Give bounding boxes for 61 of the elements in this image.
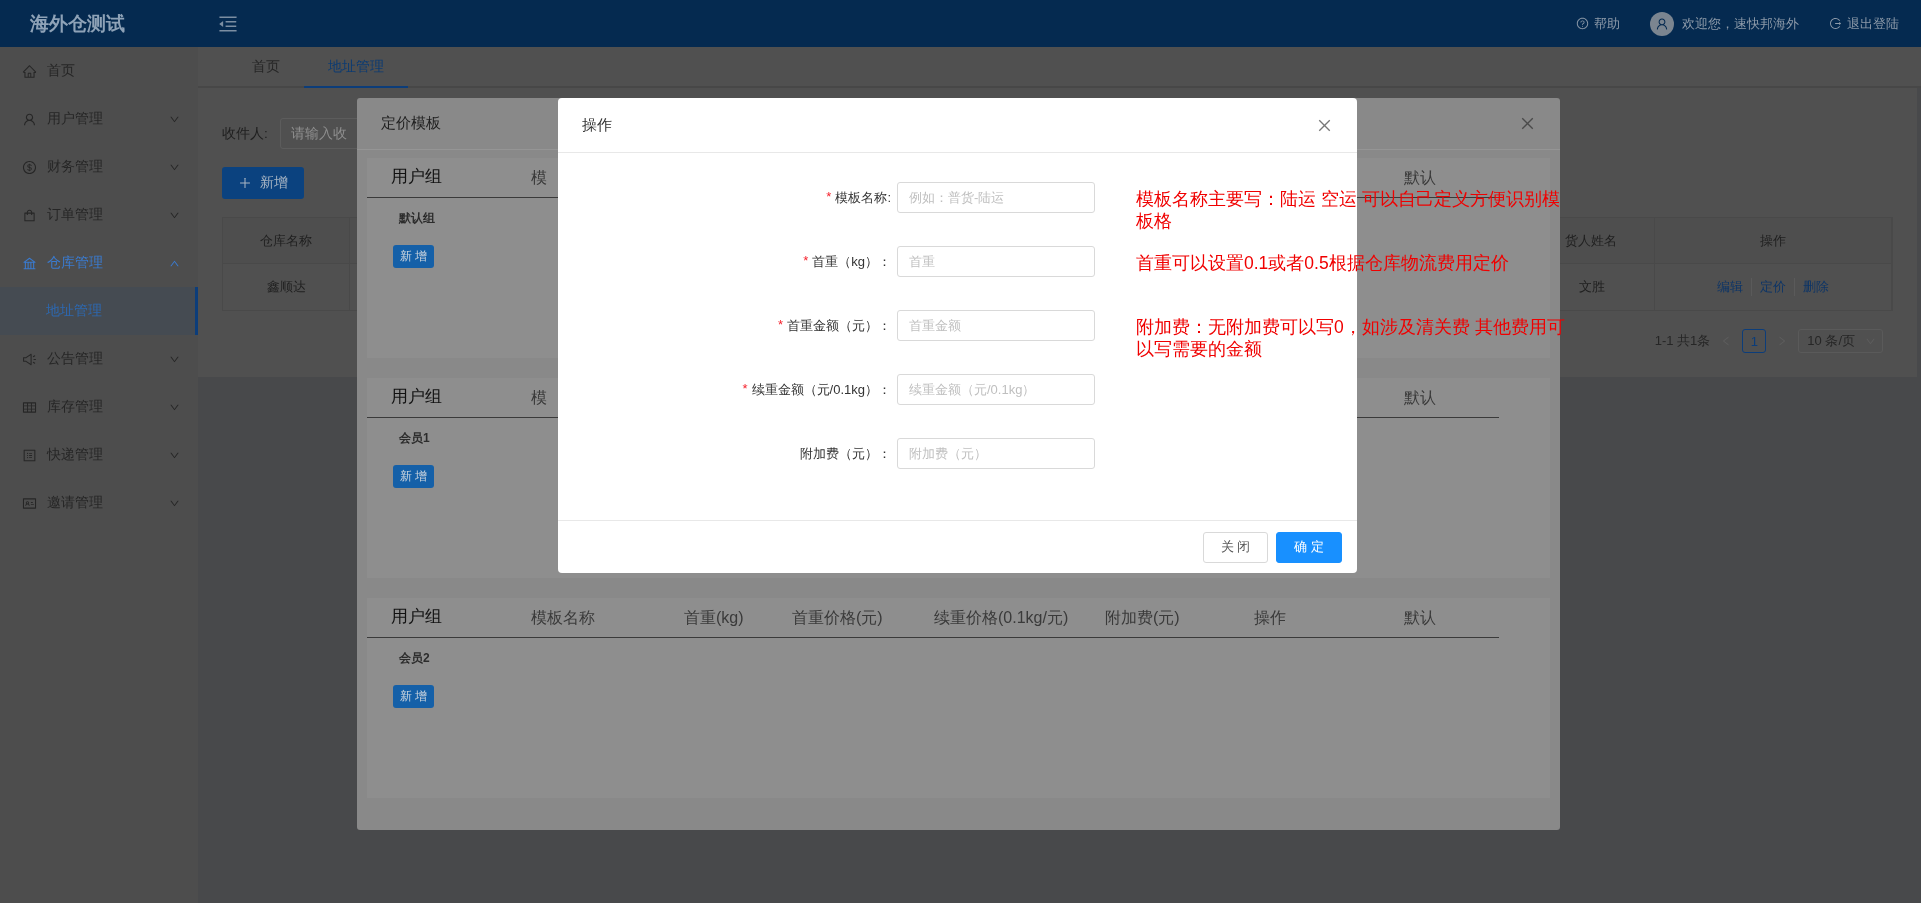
home-icon xyxy=(22,63,37,79)
column-header: 模 xyxy=(531,388,547,407)
action-link[interactable]: 编辑 xyxy=(1709,278,1751,296)
column-header: 默认 xyxy=(1404,388,1436,407)
dialog-title: 定价模板 xyxy=(381,114,441,133)
hint-note: 附加费：无附加费可以写0，如涉及清关费 其他费用可以写需要的金额 xyxy=(1136,316,1565,360)
sidebar-subitem[interactable]: 地址管理 xyxy=(0,287,198,335)
column-header: 用户组 xyxy=(391,608,442,627)
confirm-button[interactable]: 确 定 xyxy=(1276,531,1342,563)
sidebar-item[interactable]: 仓库管理 xyxy=(0,239,198,287)
column-header: 默认 xyxy=(1404,168,1436,187)
welcome-text: 欢迎您，速快邦海外 xyxy=(1682,14,1799,33)
column-header: 附加费(元) xyxy=(1105,608,1180,627)
field-label: * 续重金额（元/0.1kg）： xyxy=(742,380,892,399)
user-icon xyxy=(22,111,37,127)
close-icon[interactable] xyxy=(1519,115,1536,132)
dialog-title: 操作 xyxy=(582,115,612,135)
logout-link[interactable]: 退出登陆 xyxy=(1829,14,1899,33)
bag-icon xyxy=(22,207,37,223)
group-name: 默认组 xyxy=(399,210,435,227)
column-header: 模板名称 xyxy=(531,608,595,627)
action-link[interactable]: 删除 xyxy=(1794,278,1837,296)
column-header: 默认 xyxy=(1404,608,1436,627)
page-button[interactable]: 1 xyxy=(1742,329,1767,353)
speaker-icon xyxy=(22,351,37,367)
column-header: 首重(kg) xyxy=(684,608,744,627)
help-link[interactable]: 帮助 xyxy=(1576,14,1620,33)
field-label: * 首重（kg）： xyxy=(803,252,892,271)
app-title: 海外仓测试 xyxy=(30,11,126,36)
column-header: 续重价格(0.1kg/元) xyxy=(934,608,1069,627)
input-field[interactable]: 例如：普货-陆运 xyxy=(897,182,1095,213)
add-button[interactable]: 新 增 xyxy=(393,465,435,488)
hint-note: 首重可以设置0.1或者0.5根据仓库物流费用定价 xyxy=(1136,252,1509,274)
action-link[interactable]: 定价 xyxy=(1751,278,1794,296)
add-button[interactable]: 新 增 xyxy=(393,245,435,268)
logout-icon xyxy=(1829,17,1842,30)
bank-icon xyxy=(22,255,37,271)
avatar xyxy=(1650,11,1674,36)
column-header: 操作 xyxy=(1254,608,1286,627)
field-label: 附加费（元）： xyxy=(800,444,892,463)
input-field[interactable]: 附加费（元） xyxy=(897,438,1095,469)
input-field[interactable]: 续重金额（元/0.1kg） xyxy=(897,374,1095,405)
field-label: * 首重金额（元）： xyxy=(777,316,892,335)
dollar-icon xyxy=(22,159,37,175)
close-button[interactable]: 关 闭 xyxy=(1202,531,1269,563)
list-icon xyxy=(22,447,37,463)
field-label: * 模板名称: xyxy=(826,188,892,207)
add-button[interactable]: 新 增 xyxy=(393,685,435,708)
table-icon xyxy=(22,399,37,415)
column-header: 用户组 xyxy=(391,388,442,407)
input-field[interactable]: 首重金额 xyxy=(897,310,1095,341)
add-button[interactable]: 新增 xyxy=(222,167,304,199)
column-header: 首重价格(元) xyxy=(792,608,883,627)
plus-icon xyxy=(238,176,252,190)
help-icon xyxy=(1576,17,1589,30)
group-name: 会员1 xyxy=(399,430,430,447)
column-header: 模 xyxy=(531,168,547,187)
group-name: 会员2 xyxy=(399,650,430,667)
column-header: 用户组 xyxy=(391,168,442,187)
id-card-icon xyxy=(22,495,37,511)
input-field[interactable]: 首重 xyxy=(897,246,1095,277)
